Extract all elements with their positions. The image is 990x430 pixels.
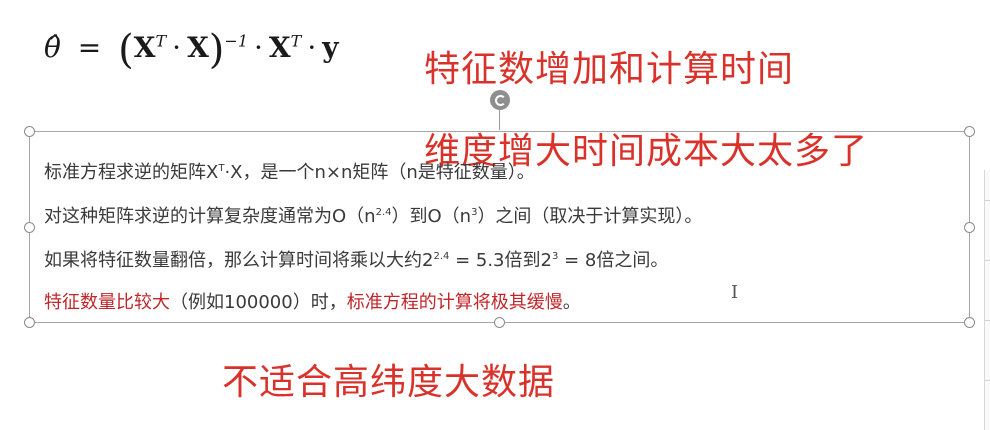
equals-sign: = xyxy=(77,31,102,64)
highlight-feature-large: 特征数量比较大 xyxy=(44,292,170,313)
line2-text-c: ）之间（取决于计算实现）。 xyxy=(477,206,703,227)
rotate-handle-icon[interactable] xyxy=(490,90,510,110)
resize-handle-top-left[interactable] xyxy=(24,126,35,137)
line3-text-b: = 5.3倍到2 xyxy=(449,250,552,271)
line1-text-b: ·X，是一个n×n矩阵（n是特征数量）。 xyxy=(224,162,535,183)
vector-y: y xyxy=(322,31,339,64)
line4-text-end: 。 xyxy=(562,292,581,313)
line3-sup-1: 2.4 xyxy=(433,251,450,262)
inverse-exponent: −1 xyxy=(224,31,248,51)
dot-1: · xyxy=(172,31,182,64)
text-cursor-icon: I xyxy=(731,282,739,303)
resize-handle-bottom-center[interactable] xyxy=(494,317,505,328)
matrix-x-3: X xyxy=(268,31,291,64)
resize-handle-mid-left[interactable] xyxy=(24,222,35,233)
left-paren: ( xyxy=(118,27,134,73)
annotation-not-suitable: 不适合高纬度大数据 xyxy=(222,362,556,403)
transpose-1: T xyxy=(155,31,167,51)
resize-handle-bottom-right[interactable] xyxy=(964,317,975,328)
resize-handle-bottom-left[interactable] xyxy=(24,317,35,328)
right-paren: ) xyxy=(208,27,225,73)
matrix-x-1: X xyxy=(133,31,156,64)
transpose-2: T xyxy=(290,31,302,51)
dot-3: · xyxy=(307,31,317,64)
textbox-line-2: 对这种矩阵求逆的计算复杂度通常为O（n2.4）到O（n3）之间（取决于计算实现）… xyxy=(44,202,702,228)
resize-handle-mid-right[interactable] xyxy=(964,222,975,233)
dot-2: · xyxy=(254,31,263,64)
line4-text-mid: （例如100000）时， xyxy=(170,292,347,313)
line3-text-c: = 8倍之间。 xyxy=(558,250,669,271)
annotation-feature-time: 特征数增加和计算时间 xyxy=(424,49,795,90)
resize-handle-top-right[interactable] xyxy=(964,126,975,137)
line1-text-a: 标准方程求逆的矩阵X xyxy=(44,162,219,183)
line3-text-a: 如果将特征数量翻倍，那么计算时间将乘以大约2 xyxy=(44,250,434,271)
line2-sup-1: 2.4 xyxy=(375,207,392,218)
slide-canvas: θ̂ = (XT · X)−1 · XT · y 特征数增加和计算时间 维度增大时间成本大太… xyxy=(0,0,990,430)
line2-text-a: 对这种矩阵求逆的计算复杂度通常为O（n xyxy=(44,206,376,227)
theta-hat: θ̂ xyxy=(44,31,61,64)
textbox-line-4: 特征数量比较大（例如100000）时，标准方程的计算将极其缓慢。 xyxy=(44,288,581,314)
line2-text-b: ）到O（n xyxy=(391,206,472,227)
textbox-line-3: 如果将特征数量翻倍，那么计算时间将乘以大约22.4 = 5.3倍到23 = 8倍… xyxy=(44,246,668,272)
matrix-x-2: X xyxy=(187,31,209,64)
highlight-slow-calc: 标准方程的计算将极其缓慢 xyxy=(346,292,563,313)
right-edge-panel xyxy=(984,170,990,430)
normal-equation-formula: θ̂ = (XT · X)−1 · XT · y xyxy=(44,30,339,70)
textbox-line-1: 标准方程求逆的矩阵XT·X，是一个n×n矩阵（n是特征数量）。 xyxy=(44,158,535,184)
rotate-stem xyxy=(499,110,500,130)
